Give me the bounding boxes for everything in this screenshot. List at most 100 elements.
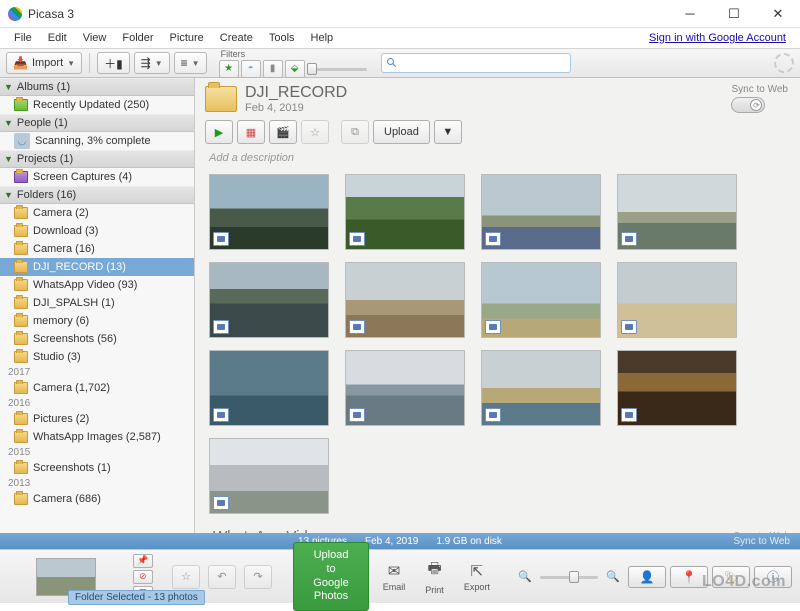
sidebar-item[interactable]: ◡Scanning, 3% complete (0, 132, 194, 150)
filter-slider[interactable] (307, 62, 367, 76)
menu-picture[interactable]: Picture (162, 30, 212, 46)
thumbnail[interactable] (345, 262, 465, 338)
sidebar-section-header[interactable]: ▼Projects (1) (0, 150, 194, 168)
export-button[interactable]: ⇱Export (458, 562, 496, 592)
search-input[interactable] (402, 57, 566, 69)
email-button[interactable]: ✉Email (377, 562, 412, 592)
folder-description[interactable]: Add a description (209, 152, 790, 164)
thumbnail[interactable] (481, 350, 601, 426)
menu-view[interactable]: View (75, 30, 115, 46)
star-tray-button[interactable]: ☆ (172, 565, 200, 589)
movie-icon: ▮ (270, 63, 276, 74)
menu-edit[interactable]: Edit (40, 30, 75, 46)
filter-star-button[interactable]: ★ (219, 60, 239, 78)
sidebar-item[interactable]: Studio (3) (0, 348, 194, 366)
sign-in-link[interactable]: Sign in with Google Account (649, 32, 794, 44)
sidebar-section-header[interactable]: ▼People (1) (0, 114, 194, 132)
folder-title[interactable]: DJI_RECORD (245, 84, 347, 102)
filter-geo-button[interactable]: ⬙ (285, 60, 305, 78)
thumbnail[interactable] (209, 174, 329, 250)
video-badge-icon (349, 408, 365, 422)
close-button[interactable]: ✕ (756, 0, 800, 28)
item-label: Studio (3) (33, 351, 81, 363)
upload-dropdown-button[interactable]: ▼ (434, 120, 462, 144)
sidebar-item[interactable]: DJI_SPALSH (1) (0, 294, 194, 312)
menu-folder[interactable]: Folder (114, 30, 161, 46)
triangle-down-icon: ▼ (4, 190, 13, 200)
sync-toggle[interactable]: ⟳ (731, 97, 765, 113)
sidebar-item[interactable]: Screenshots (56) (0, 330, 194, 348)
content-pane[interactable]: Sync to Web ⟳ DJI_RECORD Feb 4, 2019 ▶ ▦… (195, 78, 800, 533)
sidebar-item[interactable]: Pictures (2) (0, 410, 194, 428)
filter-face-button[interactable]: ◓ (241, 60, 261, 78)
sidebar-item[interactable]: memory (6) (0, 312, 194, 330)
thumbnail-size-slider[interactable] (540, 570, 598, 584)
geotag-button[interactable]: 📍 (670, 566, 708, 588)
zoom-out-icon[interactable]: 🔍 (518, 570, 532, 583)
collage-button[interactable]: ▦ (237, 120, 265, 144)
maximize-button[interactable]: ☐ (712, 0, 756, 28)
clear-button[interactable]: ⊘ (133, 570, 153, 584)
new-album-button[interactable]: ＋▮ (97, 52, 130, 74)
menu-create[interactable]: Create (212, 30, 261, 46)
play-slideshow-button[interactable]: ▶ (205, 120, 233, 144)
tag-button[interactable]: 🏷 (712, 566, 750, 588)
upload-google-photos-button[interactable]: Upload to GooglePhotos (293, 542, 368, 611)
sidebar-item[interactable]: WhatsApp Video (93) (0, 276, 194, 294)
import-button[interactable]: 📥 Import ▼ (6, 52, 82, 74)
menu-file[interactable]: File (6, 30, 40, 46)
tag-people-button[interactable]: 👤 (628, 566, 666, 588)
filter-movie-button[interactable]: ▮ (263, 60, 283, 78)
thumbnail[interactable] (481, 262, 601, 338)
sidebar-section-header[interactable]: ▼Folders (16) (0, 186, 194, 204)
menu-tools[interactable]: Tools (261, 30, 303, 46)
star-button[interactable]: ☆ (301, 120, 329, 144)
movie-button[interactable]: 🎬 (269, 120, 297, 144)
rotate-left-button[interactable]: ↶ (208, 565, 236, 589)
thumbnail[interactable] (617, 174, 737, 250)
thumbnail[interactable] (209, 350, 329, 426)
search-box[interactable] (381, 53, 571, 73)
item-label: Screenshots (1) (33, 462, 111, 474)
photo-tray[interactable]: Folder Selected - 13 photos (8, 554, 125, 600)
sidebar-item[interactable]: Recently Updated (250) (0, 96, 194, 114)
print-button[interactable]: 🖶Print (419, 558, 450, 595)
folder-icon (14, 297, 28, 309)
view-list-button[interactable]: ≡▼ (174, 52, 207, 74)
sidebar-item[interactable]: Download (3) (0, 222, 194, 240)
thumbnail[interactable] (345, 350, 465, 426)
thumbnail[interactable] (345, 174, 465, 250)
thumbnail[interactable] (617, 262, 737, 338)
video-badge-icon (621, 408, 637, 422)
thumbnail[interactable] (209, 438, 329, 514)
clear-icon: ⊘ (139, 571, 147, 582)
loading-spinner-icon (774, 53, 794, 73)
sidebar-item[interactable]: WhatsApp Images (2,587) (0, 428, 194, 446)
sidebar-item[interactable]: Screenshots (1) (0, 459, 194, 477)
video-badge-icon (485, 232, 501, 246)
sidebar-item[interactable]: Camera (1,702) (0, 379, 194, 397)
sidebar-item[interactable]: DJI_RECORD (13) (0, 258, 194, 276)
folder-toolbar: ▶ ▦ 🎬 ☆ ⧉ Upload ▼ (205, 120, 790, 144)
menu-help[interactable]: Help (303, 30, 342, 46)
sidebar[interactable]: ▼Albums (1)Recently Updated (250)▼People… (0, 78, 195, 533)
zoom-in-icon[interactable]: 🔍 (606, 570, 620, 583)
thumbnail[interactable] (209, 262, 329, 338)
info-button[interactable]: ⓘ (754, 566, 792, 588)
upload-button[interactable]: Upload (373, 120, 430, 144)
sidebar-section-header[interactable]: ▼Albums (1) (0, 78, 194, 96)
sidebar-item[interactable]: Camera (686) (0, 490, 194, 508)
view-tree-button[interactable]: ⇶▼ (134, 52, 170, 74)
sidebar-item[interactable]: Screen Captures (4) (0, 168, 194, 186)
hold-button[interactable]: 📌 (133, 554, 153, 568)
share-button[interactable]: ⧉ (341, 120, 369, 144)
sidebar-item[interactable]: Camera (2) (0, 204, 194, 222)
sidebar-item[interactable]: Camera (16) (0, 240, 194, 258)
chevron-down-icon: ▼ (67, 59, 75, 68)
thumbnail[interactable] (481, 174, 601, 250)
minimize-button[interactable]: ─ (668, 0, 712, 28)
item-label: Screenshots (56) (33, 333, 117, 345)
thumbnail[interactable] (617, 350, 737, 426)
filters-label: Filters (219, 49, 367, 59)
rotate-right-button[interactable]: ↷ (244, 565, 272, 589)
